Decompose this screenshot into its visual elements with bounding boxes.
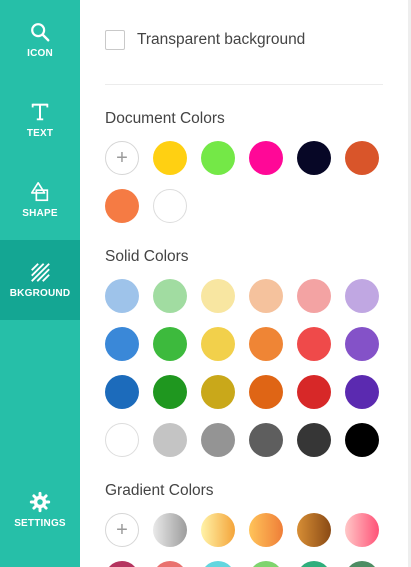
solid-color-swatch[interactable] [297, 375, 331, 409]
gradient-color-swatch[interactable] [249, 513, 283, 547]
shape-icon [30, 182, 49, 202]
divider [105, 84, 383, 85]
solid-color-swatch[interactable] [153, 423, 187, 457]
nav-item-background[interactable]: BKGROUND [0, 240, 80, 320]
document-color-swatch[interactable] [153, 141, 187, 175]
solid-color-swatch[interactable] [345, 327, 379, 361]
solid-color-swatch[interactable] [153, 375, 187, 409]
gradient-color-swatch[interactable] [201, 513, 235, 547]
gradient-color-swatch[interactable] [345, 561, 379, 567]
document-color-swatch[interactable] [345, 141, 379, 175]
solid-color-swatch[interactable] [297, 279, 331, 313]
solid-color-swatch[interactable] [249, 327, 283, 361]
gradient-color-swatch[interactable] [153, 513, 187, 547]
solid-color-swatch[interactable] [345, 279, 379, 313]
solid-color-swatch[interactable] [105, 327, 139, 361]
nav-label-shape: SHAPE [22, 208, 58, 219]
text-icon [31, 103, 49, 121]
document-color-swatch[interactable] [201, 141, 235, 175]
sidebar: ICON TEXT SHAPE BKGROUND SETTINGS [0, 0, 80, 567]
gear-icon [29, 491, 51, 513]
gradient-color-swatch[interactable] [153, 561, 187, 567]
nav-label-icon: ICON [27, 48, 53, 59]
search-icon [31, 23, 50, 42]
solid-color-swatch[interactable] [105, 423, 139, 457]
solid-color-swatch[interactable] [201, 327, 235, 361]
document-color-swatch[interactable] [105, 189, 139, 223]
add-gradient-color-button[interactable]: + [105, 513, 139, 547]
transparent-background-checkbox[interactable] [105, 30, 125, 50]
document-color-swatch[interactable] [297, 141, 331, 175]
gradient-color-swatch[interactable] [105, 561, 139, 567]
solid-color-swatch[interactable] [249, 423, 283, 457]
solid-color-swatch[interactable] [297, 327, 331, 361]
nav-item-shape[interactable]: SHAPE [0, 160, 80, 240]
gradient-color-swatch[interactable] [201, 561, 235, 567]
document-colors-title: Document Colors [105, 110, 225, 127]
gradient-color-swatch[interactable] [345, 513, 379, 547]
solid-color-swatch[interactable] [201, 279, 235, 313]
solid-color-swatch[interactable] [201, 375, 235, 409]
transparent-background-option[interactable]: Transparent background [105, 30, 305, 50]
gradient-color-swatch[interactable] [297, 513, 331, 547]
gradient-color-swatch[interactable] [297, 561, 331, 567]
solid-color-swatch[interactable] [297, 423, 331, 457]
background-icon [31, 263, 50, 282]
nav-label-text: TEXT [26, 128, 54, 139]
nav-label-background: BKGROUND [9, 288, 71, 299]
nav-item-icon[interactable]: ICON [0, 0, 80, 80]
nav-item-text[interactable]: TEXT [0, 80, 80, 160]
solid-color-swatch[interactable] [345, 375, 379, 409]
document-color-swatch[interactable] [249, 141, 283, 175]
solid-color-swatch[interactable] [201, 423, 235, 457]
solid-colors-title: Solid Colors [105, 248, 189, 265]
transparent-background-label: Transparent background [137, 31, 306, 48]
solid-color-swatch[interactable] [153, 327, 187, 361]
document-color-swatch[interactable] [153, 189, 187, 223]
nav-item-settings[interactable]: SETTINGS [0, 470, 80, 550]
solid-color-swatch[interactable] [105, 279, 139, 313]
solid-color-swatch[interactable] [249, 279, 283, 313]
background-panel: Transparent background Document Colors +… [80, 0, 411, 567]
add-document-color-button[interactable]: + [105, 141, 139, 175]
solid-color-swatch[interactable] [249, 375, 283, 409]
solid-color-swatch[interactable] [345, 423, 379, 457]
nav-label-settings: SETTINGS [14, 518, 66, 529]
gradient-color-swatch[interactable] [249, 561, 283, 567]
solid-color-swatch[interactable] [153, 279, 187, 313]
solid-color-swatch[interactable] [105, 375, 139, 409]
gradient-colors-title: Gradient Colors [105, 482, 214, 499]
